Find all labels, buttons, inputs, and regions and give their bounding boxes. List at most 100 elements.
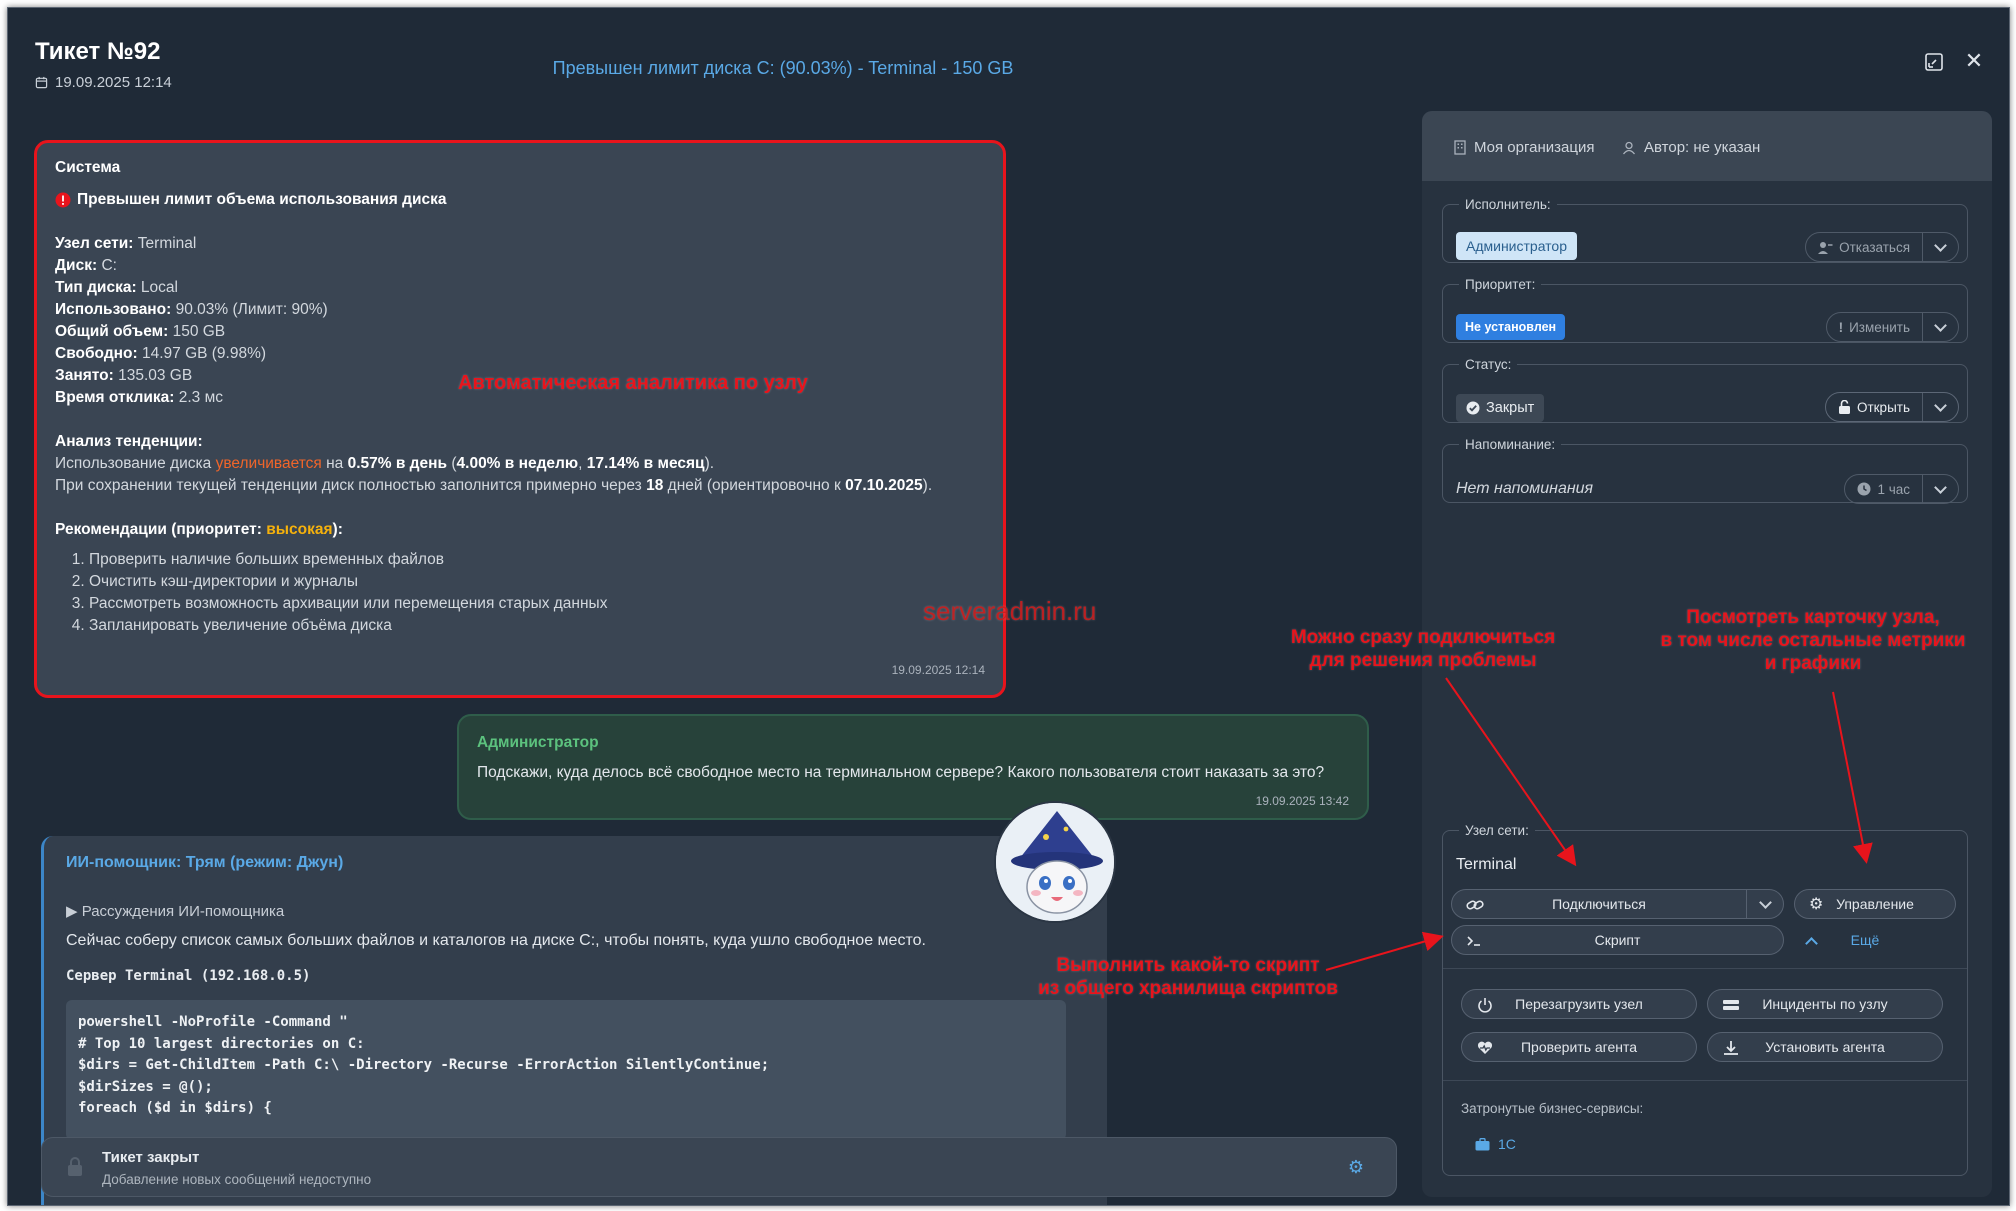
organization: Моя организация (1454, 139, 1594, 156)
node-group: Узел сети: Terminal Подключиться ⚙ Управ… (1442, 823, 1968, 1176)
chevron-down-icon (1934, 318, 1947, 332)
node-name: Terminal (1456, 856, 1517, 873)
reminder-time-button[interactable]: 1 час (1845, 475, 1922, 503)
watermark: serveradmin.ru (923, 596, 1097, 626)
divider (1443, 968, 1967, 969)
chevron-down-icon (1934, 238, 1947, 252)
executor-badge[interactable]: Администратор (1456, 232, 1578, 260)
chevron-down-icon (1934, 480, 1947, 494)
reminder-control[interactable]: 1 час (1844, 474, 1959, 504)
chevron-up-icon[interactable] (1799, 925, 1823, 955)
chevron-down-icon (1934, 398, 1947, 412)
close-icon[interactable]: ✕ (1963, 50, 1985, 72)
message-author: Администратор (477, 734, 599, 751)
manage-button[interactable]: ⚙ Управление (1794, 889, 1956, 919)
message-text: Подскажи, куда делось всё свободное мест… (477, 764, 1325, 781)
closed-title: Тикет закрыт (102, 1149, 200, 1166)
connect-button[interactable]: Подключиться (1451, 889, 1747, 919)
panel-header: Моя организация Автор: не указан (1422, 111, 1992, 181)
node-field: Свободно: 14.97 GB (9.98%) (55, 345, 267, 362)
priority-group: Приоритет: Не установлен ! Изменить (1442, 277, 1968, 343)
executor-group: Исполнитель: Администратор Отказаться (1442, 197, 1968, 263)
connect-dropdown[interactable] (1746, 889, 1784, 919)
node-field: Диск: C: (55, 257, 117, 274)
message-timestamp: 19.09.2025 12:14 (891, 663, 985, 677)
reboot-node-button[interactable]: Перезагрузить узел (1461, 989, 1697, 1019)
heart-pulse-icon (1477, 1041, 1493, 1054)
reminder-group: Напоминание: Нет напоминания 1 час (1442, 437, 1968, 504)
recommendation-item: Запланировать увеличение объёма диска (89, 615, 985, 637)
system-message: Система Превышен лимит объема использова… (34, 140, 1006, 698)
business-services-label: Затронутые бизнес-сервисы: (1461, 1101, 1644, 1116)
executor-dropdown[interactable] (1922, 233, 1958, 261)
open-ticket-button[interactable]: Открыть (1826, 393, 1922, 421)
ticket-closed-bar: Тикет закрыт Добавление новых сообщений … (41, 1137, 1397, 1197)
trend-line: Использование диска увеличивается на 0.5… (55, 455, 715, 472)
node-field: Использовано: 90.03% (Лимит: 90%) (55, 301, 328, 318)
annotation-analytics: Автоматическая аналитика по узлу (458, 372, 808, 394)
lock-icon (68, 1157, 82, 1176)
more-button[interactable]: Ещё (1835, 925, 1895, 955)
message-text: Сейчас соберу список самых больших файло… (66, 932, 926, 949)
unlock-icon (1838, 400, 1850, 414)
recommendations-list: Проверить наличие больших временных файл… (89, 549, 985, 637)
recommendation-item: Проверить наличие больших временных файл… (89, 549, 985, 571)
status-badge: Закрыт (1456, 394, 1545, 422)
check-agent-button[interactable]: Проверить агента (1461, 1032, 1697, 1062)
download-icon (1724, 1041, 1738, 1055)
status-group: Статус: Закрыт Открыть (1442, 357, 1968, 423)
link-icon (1466, 900, 1484, 910)
gear-icon[interactable]: ⚙ (1345, 1156, 1367, 1178)
refuse-button[interactable]: Отказаться (1806, 233, 1922, 261)
terminal-icon (1467, 936, 1480, 946)
message-timestamp: 19.09.2025 13:42 (1255, 794, 1349, 808)
user-icon (1622, 141, 1636, 154)
building-icon (1454, 140, 1466, 155)
install-agent-button[interactable]: Установить агента (1707, 1032, 1943, 1062)
reminder-value: Нет напоминания (1456, 480, 1594, 497)
recommendation-item: Очистить кэш-директории и журналы (89, 571, 985, 593)
ticket-author: Автор: не указан (1622, 139, 1760, 156)
node-field: Узел сети: Terminal (55, 235, 197, 252)
status-control[interactable]: Открыть (1824, 392, 1959, 422)
trend-title: Анализ тенденции: (55, 433, 203, 450)
alert-line: Превышен лимит объема использования диск… (55, 189, 985, 211)
priority-badge[interactable]: Не установлен (1456, 314, 1566, 340)
change-priority-button[interactable]: ! Изменить (1827, 313, 1922, 341)
forecast-line: При сохранении текущей тенденции диск по… (55, 477, 933, 494)
script-button[interactable]: Скрипт (1451, 925, 1784, 955)
message-author: Система (55, 159, 121, 176)
exclamation-icon: ! (1838, 319, 1844, 335)
briefcase-icon (1475, 1137, 1490, 1150)
user-remove-icon (1818, 241, 1833, 254)
code-block: powershell -NoProfile -Command " # Top 1… (66, 1000, 1066, 1140)
gear-icon: ⚙ (1809, 896, 1824, 913)
node-incidents-button[interactable]: Инциденты по узлу (1707, 989, 1943, 1019)
annotation-node-card: Посмотреть карточку узла, в том числе ос… (1660, 607, 1966, 674)
recommendation-item: Рассмотреть возможность архивации или пе… (89, 593, 985, 615)
server-icon (1723, 1000, 1739, 1010)
annotation-script: Выполнить какой-то скрипт из общего хран… (1038, 955, 1338, 999)
message-author: ИИ-помощник: Трям (режим: Джун) (66, 854, 344, 871)
divider (1443, 1080, 1967, 1081)
ticket-subject: Превышен лимит диска C: (90.03%) - Termi… (552, 58, 1014, 78)
alert-icon (55, 192, 71, 208)
priority-dropdown[interactable] (1922, 313, 1958, 341)
status-dropdown[interactable] (1922, 393, 1958, 421)
expand-icon[interactable] (1924, 52, 1946, 74)
chevron-down-icon (1758, 895, 1772, 909)
refuse-control[interactable]: Отказаться (1805, 232, 1959, 262)
clock-icon (1857, 482, 1871, 496)
annotation-connect: Можно сразу подключиться для решения про… (1290, 627, 1556, 671)
ai-avatar (994, 801, 1116, 923)
node-field: Общий объем: 150 GB (55, 323, 226, 340)
reminder-dropdown[interactable] (1922, 475, 1958, 503)
business-service-item[interactable]: 1С (1475, 1136, 1516, 1152)
ai-reasoning-toggle[interactable]: ▶ Рассуждения ИИ-помощника (66, 902, 1085, 920)
check-circle-icon (1466, 401, 1480, 415)
admin-message: Администратор Подскажи, куда делось всё … (457, 714, 1369, 820)
power-icon (1478, 998, 1492, 1013)
node-field: Тип диска: Local (55, 279, 178, 296)
server-label: Сервер Terminal (192.168.0.5) (66, 968, 311, 984)
priority-control[interactable]: ! Изменить (1825, 312, 1959, 342)
